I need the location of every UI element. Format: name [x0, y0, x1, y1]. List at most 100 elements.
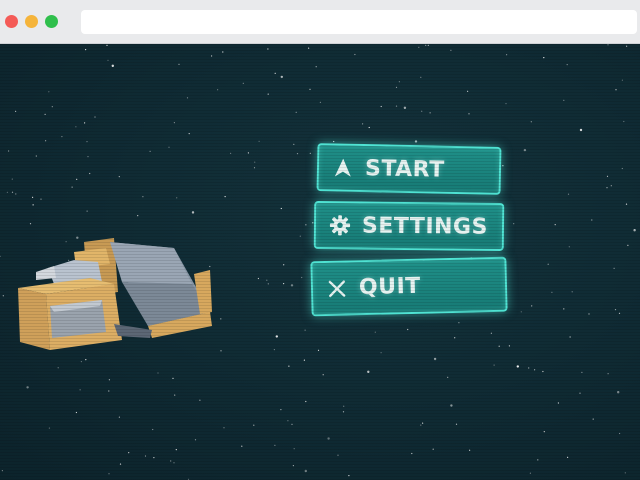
- star: [223, 427, 225, 429]
- star: [529, 472, 532, 474]
- star: [617, 391, 620, 394]
- star: [458, 322, 460, 324]
- star: [502, 165, 504, 167]
- star: [178, 63, 180, 65]
- star: [395, 105, 398, 107]
- star: [333, 140, 335, 143]
- star: [274, 444, 276, 446]
- star: [615, 89, 617, 91]
- star: [308, 47, 310, 49]
- star: [296, 153, 299, 155]
- star: [579, 392, 581, 394]
- star: [291, 423, 293, 425]
- star: [267, 283, 269, 285]
- star: [220, 318, 222, 320]
- star: [362, 123, 364, 125]
- star: [85, 359, 87, 361]
- quit-label: QUIT: [358, 273, 422, 301]
- star: [606, 187, 608, 189]
- address-bar[interactable]: [81, 10, 637, 34]
- minimize-window-button[interactable]: [25, 15, 38, 28]
- star: [107, 59, 109, 61]
- star: [224, 196, 226, 198]
- star: [498, 345, 500, 347]
- star: [621, 167, 623, 170]
- star: [305, 224, 307, 226]
- star: [217, 89, 219, 91]
- star: [513, 223, 515, 225]
- star: [241, 445, 243, 447]
- star: [292, 465, 294, 467]
- star: [220, 350, 222, 352]
- settings-button[interactable]: SETTINGS: [313, 201, 505, 251]
- star: [403, 106, 407, 109]
- close-window-button[interactable]: [5, 15, 18, 28]
- star: [152, 428, 154, 431]
- star: [153, 457, 155, 459]
- star: [592, 418, 594, 420]
- star: [75, 411, 77, 414]
- star: [283, 283, 285, 285]
- star: [295, 111, 297, 113]
- star: [579, 128, 583, 132]
- star: [172, 377, 174, 379]
- star: [48, 91, 50, 93]
- star: [45, 140, 47, 142]
- star: [543, 431, 545, 433]
- star: [175, 449, 177, 451]
- maximize-window-button[interactable]: [45, 15, 58, 28]
- star: [554, 224, 556, 226]
- star: [1, 470, 3, 472]
- star: [568, 246, 570, 248]
- star: [242, 82, 244, 84]
- star: [542, 370, 544, 373]
- star: [170, 460, 172, 462]
- star: [118, 176, 120, 178]
- star: [606, 175, 609, 177]
- star: [571, 291, 573, 293]
- star: [247, 152, 249, 154]
- star: [547, 263, 549, 265]
- star: [26, 386, 29, 389]
- star: [626, 45, 628, 47]
- star: [317, 349, 320, 351]
- star: [142, 196, 144, 198]
- star: [108, 473, 110, 475]
- star: [374, 331, 376, 333]
- star: [633, 229, 636, 232]
- star: [230, 152, 232, 154]
- quit-button[interactable]: QUIT: [310, 256, 508, 317]
- star: [528, 367, 530, 369]
- star: [530, 121, 532, 123]
- star: [490, 332, 492, 334]
- start-button[interactable]: START: [316, 143, 502, 195]
- star: [48, 427, 51, 429]
- star: [610, 185, 612, 187]
- game-viewport: START SETTINGS QUIT: [0, 44, 640, 480]
- star: [76, 178, 78, 180]
- star: [44, 113, 46, 115]
- star: [398, 81, 400, 83]
- star: [342, 411, 345, 413]
- star: [80, 361, 82, 363]
- star: [137, 215, 139, 217]
- star: [199, 399, 201, 401]
- star: [119, 463, 122, 465]
- star: [40, 198, 42, 200]
- star: [186, 97, 189, 99]
- star: [173, 462, 175, 464]
- star: [581, 371, 583, 373]
- star: [506, 54, 508, 56]
- star: [367, 370, 370, 373]
- star: [469, 449, 471, 451]
- star: [266, 279, 268, 281]
- star: [280, 207, 282, 210]
- star: [0, 255, 1, 257]
- star: [293, 448, 295, 450]
- star: [433, 357, 437, 361]
- star: [11, 178, 13, 180]
- star: [149, 150, 151, 152]
- star: [421, 110, 423, 112]
- star: [174, 394, 176, 396]
- star: [253, 424, 255, 426]
